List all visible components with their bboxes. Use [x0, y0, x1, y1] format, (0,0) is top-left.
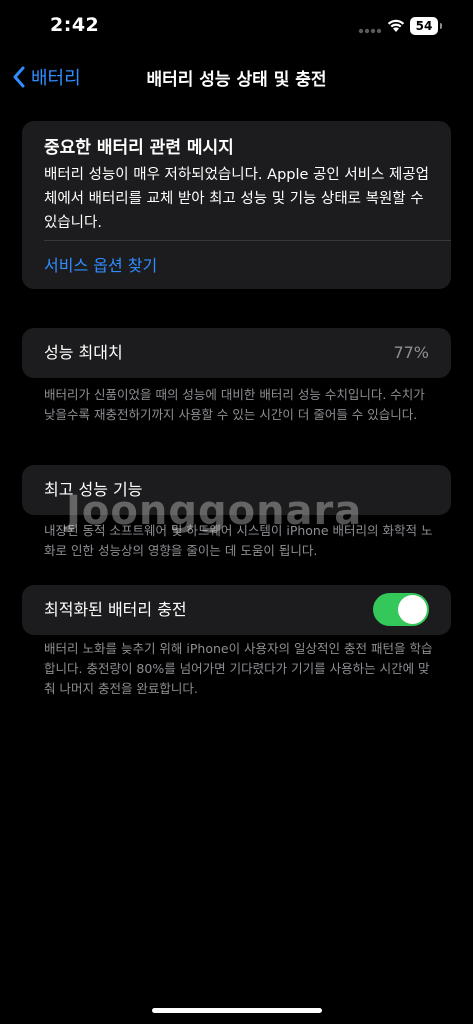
peak-performance-label: 최고 성능 기능 — [44, 480, 143, 499]
message-title: 중요한 배터리 관련 메시지 — [44, 138, 234, 158]
page-title-text: 배터리 성능 상태 및 충전 — [146, 70, 327, 90]
optimized-charging-toggle[interactable] — [373, 593, 429, 626]
maximum-capacity-value: 77% — [393, 343, 429, 362]
optimized-charging-label: 최적화된 배터리 충전 — [44, 600, 187, 619]
optimized-charging-row: 최적화된 배터리 충전 — [22, 585, 451, 635]
wifi-icon — [387, 19, 405, 32]
battery-nub — [440, 23, 442, 29]
status-time: 2:42 — [50, 14, 100, 36]
battery-icon: 54 — [410, 17, 444, 35]
battery-message-card: 중요한 배터리 관련 메시지 배터리 성능이 매우 저하되었습니다. Apple… — [22, 121, 451, 289]
peak-performance-footnote: 내장된 동적 소프트웨어 및 하드웨어 시스템이 iPhone 배터리의 화학적… — [44, 523, 433, 558]
toggle-knob — [398, 595, 427, 624]
battery-level: 54 — [410, 17, 438, 35]
maximum-capacity-footnote: 배터리가 신품이었을 때의 성능에 대비한 배터리 성능 수치입니다. 수치가 … — [44, 387, 425, 422]
status-bar: 2:42 54 — [0, 0, 473, 54]
cellular-signal-icon — [358, 28, 382, 34]
maximum-capacity-label: 성능 최대치 — [44, 343, 123, 362]
navigation-bar: 배터리 배터리 성능 상태 및 충전 — [0, 54, 473, 100]
peak-performance-row: 최고 성능 기능 — [22, 465, 451, 515]
home-indicator[interactable] — [152, 1008, 322, 1013]
optimized-charging-footnote: 배터리 노화를 늦추기 위해 iPhone이 사용자의 일상적인 충전 패턴을 … — [44, 641, 433, 696]
maximum-capacity-row: 성능 최대치 77% — [22, 328, 451, 378]
page-title: 배터리 성능 상태 및 충전 — [0, 65, 473, 90]
message-body: 배터리 성능이 매우 저하되었습니다. Apple 공인 서비스 제공업체에서 … — [44, 167, 429, 231]
divider — [44, 240, 451, 241]
find-service-options-link[interactable]: 서비스 옵션 찾기 — [44, 252, 157, 276]
